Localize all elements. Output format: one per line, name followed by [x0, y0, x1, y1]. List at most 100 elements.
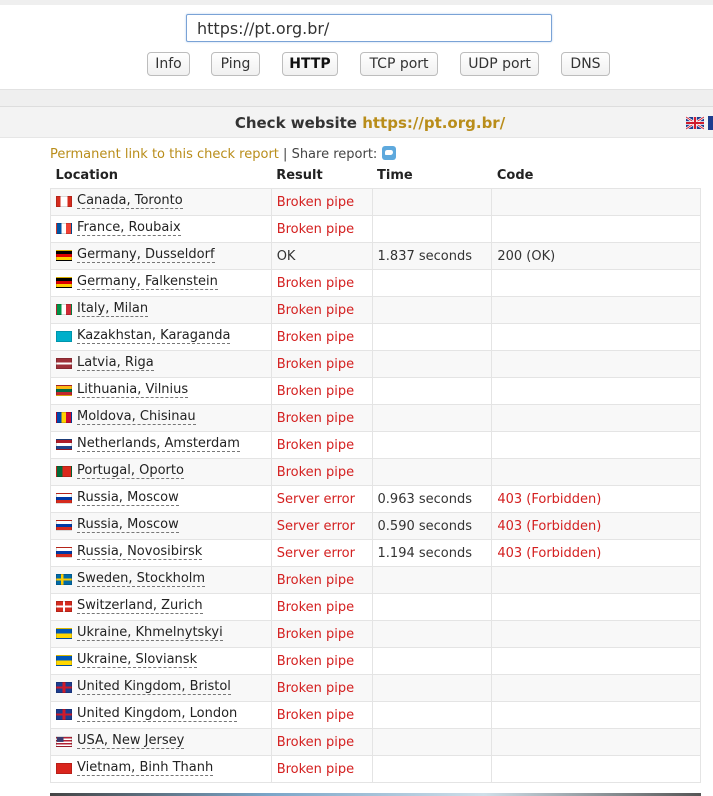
location-link[interactable]: Portugal, Oporto: [77, 463, 184, 479]
flag-fr-icon: [56, 222, 72, 234]
other-language-flag-icon[interactable]: [708, 116, 713, 130]
location-link[interactable]: France, Roubaix: [77, 220, 181, 236]
result-cell: OK: [270, 242, 373, 270]
table-row: Netherlands, Amsterdam Broken pipe: [50, 431, 701, 459]
location-cell: Russia, Moscow: [50, 485, 272, 513]
location-link[interactable]: Germany, Dusseldorf: [77, 247, 215, 263]
code-cell: 403 (Forbidden): [491, 512, 701, 540]
flag-ru-icon: [56, 519, 72, 531]
code-cell: [491, 620, 701, 648]
location-link[interactable]: Ukraine, Khmelnytskyi: [77, 625, 223, 641]
flag-ru-icon: [56, 492, 72, 504]
flag-md-icon: [56, 411, 72, 423]
location-link[interactable]: Russia, Novosibirsk: [77, 544, 203, 560]
location-link[interactable]: Germany, Falkenstein: [77, 274, 218, 290]
table-row: Switzerland, Zurich Broken pipe: [50, 593, 701, 621]
permanent-link[interactable]: Permanent link to this check report: [50, 147, 279, 162]
code-cell: [491, 296, 701, 324]
table-row: Moldova, Chisinau Broken pipe: [50, 404, 701, 432]
tab-http[interactable]: HTTP: [282, 52, 338, 76]
location-link[interactable]: Russia, Moscow: [77, 517, 179, 533]
tab-ping[interactable]: Ping: [211, 52, 260, 76]
flag-gb-icon: [56, 708, 72, 720]
table-row: Russia, Novosibirsk Server error 1.194 sec…: [50, 539, 701, 567]
time-cell: 1.837 seconds: [371, 242, 493, 270]
location-link[interactable]: Kazakhstan, Karaganda: [77, 328, 231, 344]
location-link[interactable]: Netherlands, Amsterdam: [77, 436, 240, 452]
location-cell: Italy, Milan: [50, 296, 272, 324]
location-link[interactable]: United Kingdom, Bristol: [77, 679, 231, 695]
location-cell: France, Roubaix: [50, 215, 272, 243]
time-cell: 0.963 seconds: [371, 485, 493, 513]
column-header-time: Time: [377, 168, 413, 183]
title-prefix: Check website: [234, 114, 357, 132]
code-cell: [491, 431, 701, 459]
english-language-flag-icon[interactable]: [686, 116, 704, 130]
flag-pt-icon: [56, 465, 72, 477]
table-row: United Kingdom, Bristol Broken pipe: [50, 674, 701, 702]
time-cell: [371, 323, 493, 351]
location-link[interactable]: USA, New Jersey: [77, 733, 185, 749]
tab-udp-port[interactable]: UDP port: [460, 52, 539, 76]
tab-tcp-port[interactable]: TCP port: [360, 52, 438, 76]
time-cell: 0.590 seconds: [371, 512, 493, 540]
location-link[interactable]: Switzerland, Zurich: [77, 598, 203, 614]
location-link[interactable]: Canada, Toronto: [77, 193, 183, 209]
table-row: United Kingdom, London Broken pipe: [50, 701, 701, 729]
time-cell: [371, 350, 493, 378]
table-row: France, Roubaix Broken pipe: [50, 215, 701, 243]
code-cell: [491, 458, 701, 486]
result-cell: Broken pipe: [270, 215, 373, 243]
time-cell: [371, 728, 493, 756]
result-cell: Broken pipe: [270, 566, 373, 594]
flag-us-icon: [56, 735, 72, 747]
result-cell: Broken pipe: [270, 728, 373, 756]
location-cell: Ukraine, Khmelnytskyi: [50, 620, 272, 648]
table-row: USA, New Jersey Broken pipe: [50, 728, 701, 756]
code-cell: [491, 215, 701, 243]
code-cell: 403 (Forbidden): [491, 485, 701, 513]
location-link[interactable]: Italy, Milan: [77, 301, 149, 317]
location-link[interactable]: Vietnam, Binh Thanh: [77, 760, 214, 776]
top-panel: Info Ping HTTP TCP port UDP port DNS: [0, 5, 713, 90]
location-link[interactable]: Latvia, Riga: [77, 355, 154, 371]
code-cell: [491, 755, 701, 783]
table-row: Ukraine, Sloviansk Broken pipe: [50, 647, 701, 675]
flag-de-icon: [56, 249, 72, 261]
table-row: Lithuania, Vilnius Broken pipe: [50, 377, 701, 405]
result-cell: Broken pipe: [270, 701, 373, 729]
tab-info[interactable]: Info: [147, 52, 190, 76]
header-bar: Check website https://pt.org.br/: [0, 107, 713, 138]
page-title: Check website https://pt.org.br/: [0, 114, 713, 132]
location-cell: Moldova, Chisinau: [50, 404, 272, 432]
location-link[interactable]: Lithuania, Vilnius: [77, 382, 189, 398]
location-cell: Germany, Dusseldorf: [50, 242, 272, 270]
code-cell: [491, 404, 701, 432]
flag-se-icon: [56, 573, 72, 585]
url-input[interactable]: [186, 14, 552, 42]
location-link[interactable]: Moldova, Chisinau: [77, 409, 196, 425]
location-cell: Canada, Toronto: [50, 188, 272, 216]
result-cell: Broken pipe: [270, 296, 373, 324]
result-cell: Broken pipe: [270, 674, 373, 702]
location-link[interactable]: Russia, Moscow: [77, 490, 179, 506]
result-cell: Broken pipe: [270, 323, 373, 351]
table-row: Germany, Dusseldorf OK 1.837 seconds 200 (O…: [50, 242, 701, 270]
result-cell: Server error: [270, 512, 373, 540]
twitter-icon[interactable]: [382, 146, 397, 160]
time-cell: [371, 458, 493, 486]
location-link[interactable]: United Kingdom, London: [77, 706, 238, 722]
result-cell: Broken pipe: [270, 377, 373, 405]
location-link[interactable]: Sweden, Stockholm: [77, 571, 206, 587]
code-cell: [491, 188, 701, 216]
time-cell: [371, 701, 493, 729]
result-cell: Broken pipe: [270, 647, 373, 675]
tab-dns[interactable]: DNS: [561, 52, 610, 76]
title-url-link[interactable]: https://pt.org.br/: [362, 114, 505, 132]
result-cell: Broken pipe: [270, 188, 373, 216]
location-cell: United Kingdom, London: [50, 701, 272, 729]
flag-lv-icon: [56, 357, 72, 369]
location-cell: Russia, Moscow: [50, 512, 272, 540]
location-link[interactable]: Ukraine, Sloviansk: [77, 652, 198, 668]
table-row: Canada, Toronto Broken pipe: [50, 188, 701, 216]
